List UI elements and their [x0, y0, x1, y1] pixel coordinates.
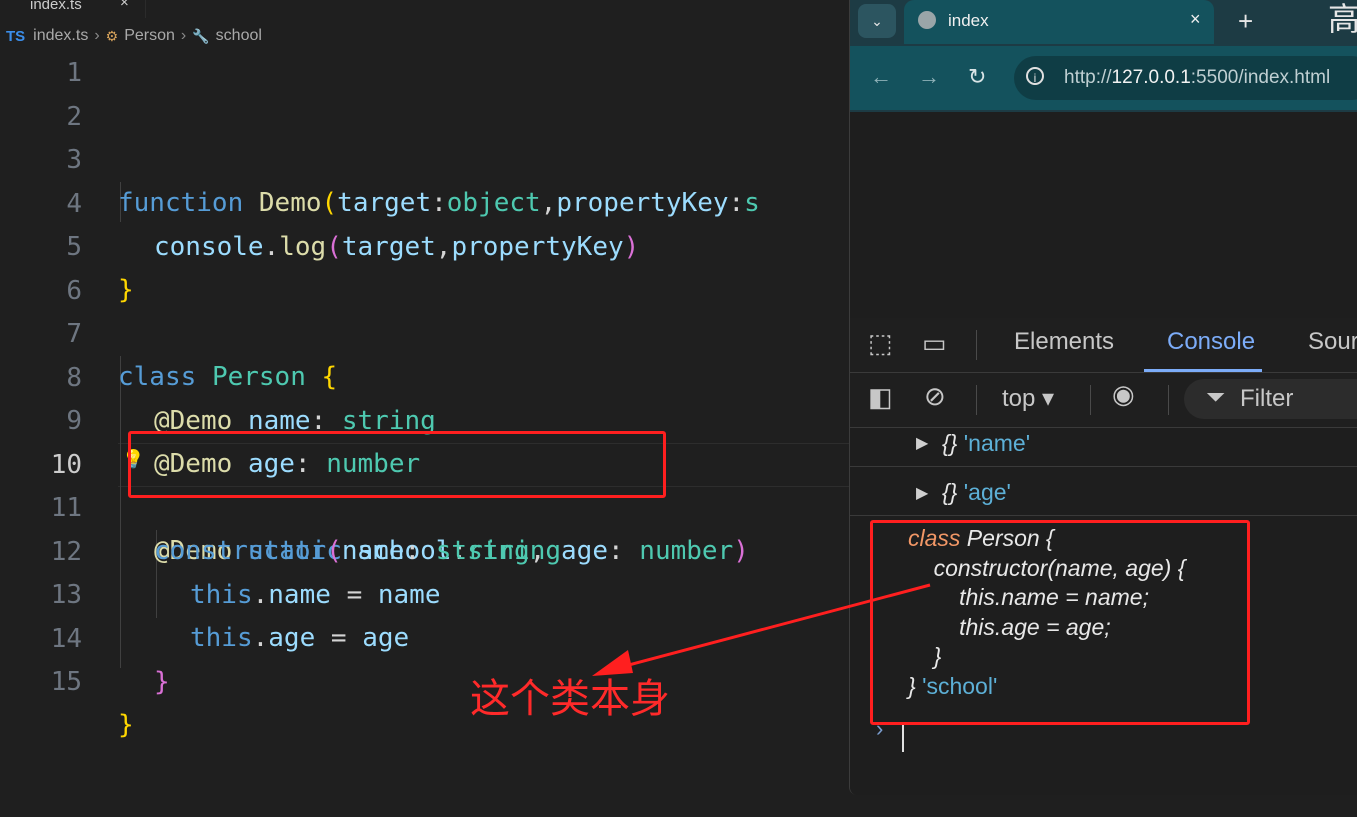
annotation-arrow — [592, 583, 931, 676]
